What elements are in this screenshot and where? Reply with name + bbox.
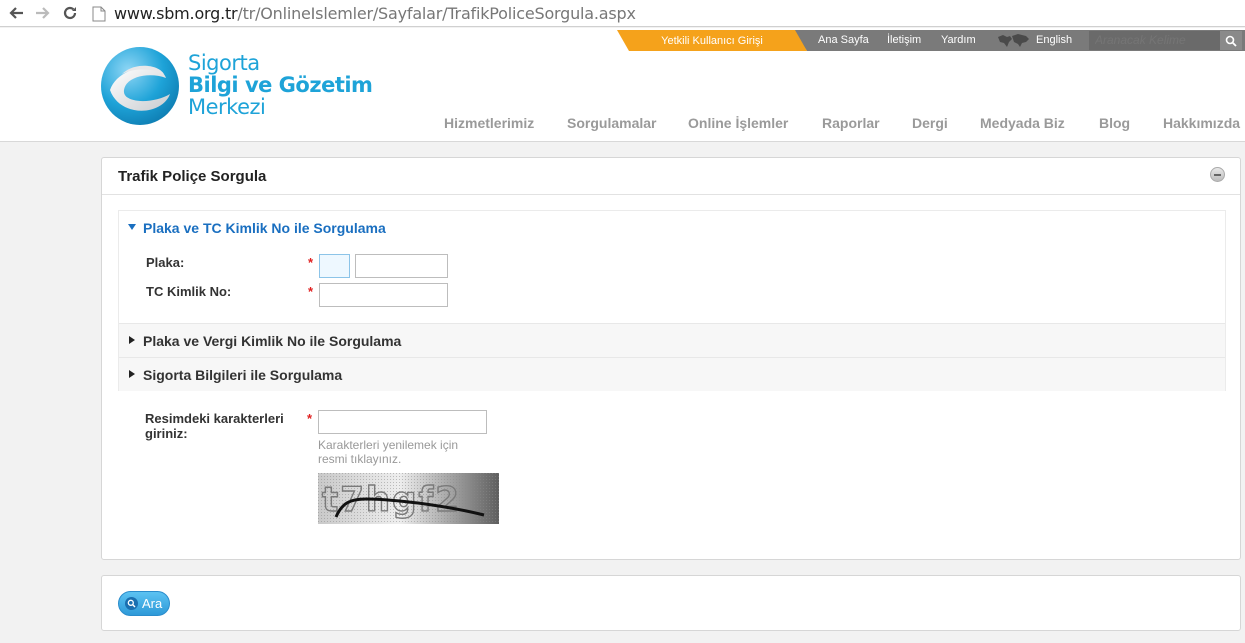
section-plaka-tc-label: Plaka ve TC Kimlik No ile Sorgulama [143,220,386,236]
section-plaka-vergi-label: Plaka ve Vergi Kimlik No ile Sorgulama [143,333,402,349]
back-arrow-icon [9,7,23,19]
nav-blog[interactable]: Blog [1099,115,1130,131]
caret-down-icon [128,224,136,230]
captcha-input[interactable] [318,410,487,434]
captcha-required-mark: * [307,411,313,426]
contact-link[interactable]: İletişim [887,34,921,46]
site-header: Sigorta Bilgi ve Gözetim Merkezi Yetkili… [0,28,1245,142]
plaka-il-input[interactable] [319,254,350,278]
reload-icon [63,6,77,20]
nav-raporlar[interactable]: Raporlar [822,115,880,131]
query-accordion: Plaka ve TC Kimlik No ile Sorgulama Plak… [118,210,1226,391]
captcha-image[interactable]: t7hgf2 [318,473,499,524]
plaka-required-mark: * [308,255,314,270]
home-link[interactable]: Ana Sayfa [818,34,869,46]
back-button[interactable] [5,2,27,24]
url-path: /tr/OnlineIslemler/Sayfalar/TrafikPolice… [237,4,636,23]
top-utility-bar: Yetkili Kullanıcı Girişi Ana Sayfa İleti… [617,30,1245,51]
forward-arrow-icon [36,7,50,19]
search-submit-button[interactable]: Ara [118,591,170,616]
tc-kimlik-input[interactable] [319,283,448,307]
tc-required-mark: * [308,284,314,299]
captcha-label-line-2: giriniz: [145,426,188,441]
section-sigorta-bilgileri[interactable]: Sigorta Bilgileri ile Sorgulama [119,357,1225,391]
page-title: Trafik Poliçe Sorgula [118,168,267,185]
nav-sorgulamalar[interactable]: Sorgulamalar [567,115,656,131]
world-map-icon [998,34,1029,47]
site-search-button[interactable] [1220,31,1242,50]
site-search-input[interactable] [1089,31,1221,50]
section-plaka-vergi[interactable]: Plaka ve Vergi Kimlik No ile Sorgulama [119,323,1225,357]
panel-collapse-button[interactable] [1210,167,1225,182]
url-domain: www.sbm.org.tr [114,4,238,23]
captcha-label-line-1: Resimdeki karakterleri [145,411,284,426]
browser-toolbar: www.sbm.org.tr/tr/OnlineIslemler/Sayfala… [0,0,1245,27]
forward-button[interactable] [32,2,54,24]
authorized-login-link[interactable]: Yetkili Kullanıcı Girişi [617,30,807,51]
tc-label: TC Kimlik No: [146,284,232,299]
plaka-label: Plaka: [146,255,185,270]
nav-hakkimizda[interactable]: Hakkımızda [1163,115,1240,131]
english-link[interactable]: English [1036,34,1072,46]
logo-line-1: Sigorta [188,51,260,75]
page-icon [92,6,106,21]
nav-online-islemler[interactable]: Online İşlemler [688,115,788,131]
policy-query-panel: Trafik Poliçe Sorgula Plaka ve TC Kimlik… [101,157,1241,560]
main-navigation: Hizmetlerimiz Sorgulamalar Online İşleml… [0,115,1245,135]
nav-hizmetlerimiz[interactable]: Hizmetlerimiz [444,115,534,131]
captcha-hint: Karakterleri yenilemek için resmi tıklay… [318,438,459,466]
search-submit-label: Ara [142,596,163,611]
nav-medyada-biz[interactable]: Medyada Biz [980,115,1065,131]
logo-line-2: Bilgi ve Gözetim [188,73,373,97]
reload-button[interactable] [59,2,81,24]
action-panel: Ara [101,575,1241,631]
caret-right-icon [129,370,135,378]
address-bar[interactable]: www.sbm.org.tr/tr/OnlineIslemler/Sayfala… [92,3,1242,24]
magnifier-icon [125,597,138,610]
nav-dergi[interactable]: Dergi [912,115,948,131]
help-link[interactable]: Yardım [941,34,976,46]
section-sigorta-bilgileri-label: Sigorta Bilgileri ile Sorgulama [143,367,343,383]
plaka-no-input[interactable] [355,254,448,278]
caret-right-icon [129,336,135,344]
search-icon [1225,35,1237,47]
section-plaka-tc[interactable]: Plaka ve TC Kimlik No ile Sorgulama [119,211,1225,245]
